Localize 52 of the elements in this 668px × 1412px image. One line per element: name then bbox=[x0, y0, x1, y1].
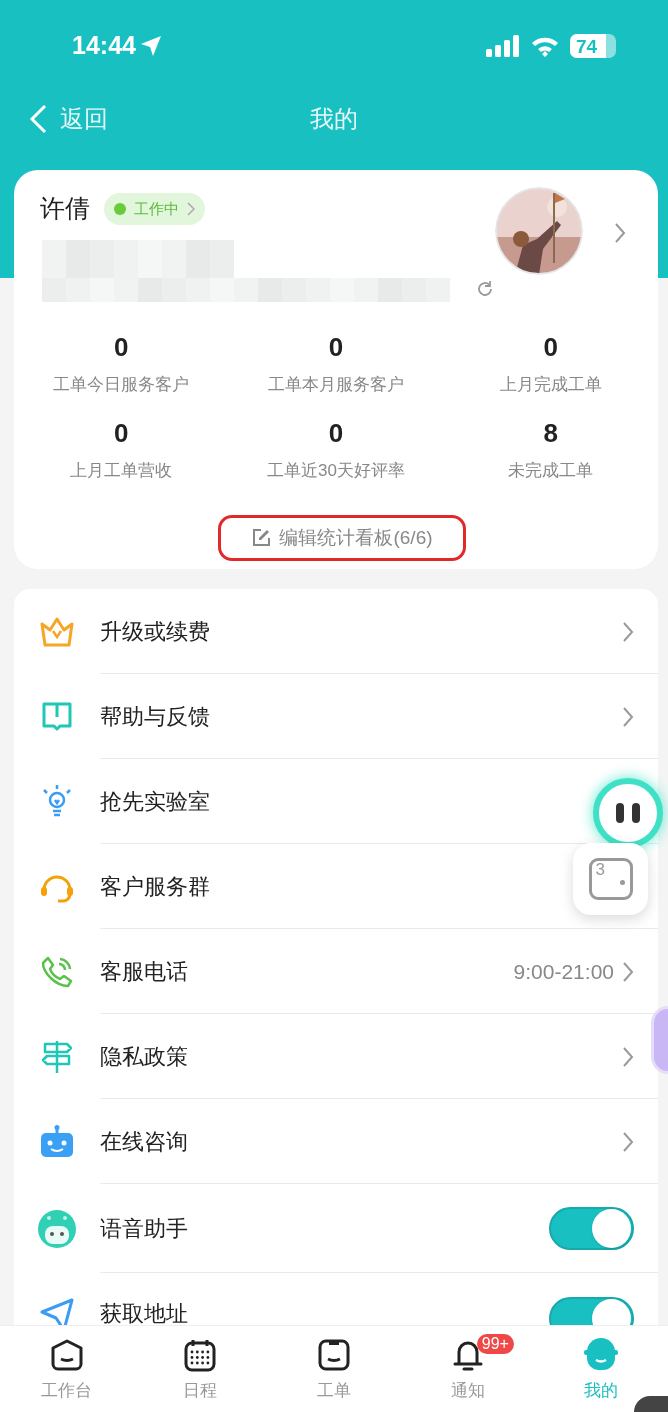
status-time: 14:44 bbox=[72, 30, 136, 62]
crown-icon bbox=[39, 615, 75, 648]
home-box-icon bbox=[49, 1338, 84, 1372]
stat-value: 8 bbox=[543, 416, 558, 450]
page-title: 我的 bbox=[310, 104, 358, 134]
stat-value: 0 bbox=[328, 416, 344, 450]
edit-stats-button[interactable]: 编辑统计看板(6/6) bbox=[218, 515, 466, 561]
chevron-right-icon bbox=[622, 1130, 634, 1153]
stat-label: 未完成工单 bbox=[508, 459, 594, 482]
stat-label: 上月完成工单 bbox=[499, 374, 602, 396]
phone-icon bbox=[40, 954, 74, 989]
chevron-right-icon bbox=[187, 201, 195, 216]
smiley-head-icon bbox=[583, 1338, 620, 1372]
toggle-switch[interactable] bbox=[549, 1207, 634, 1250]
stat-label: 工单本月服务客户 bbox=[268, 374, 404, 396]
floating-side-overlay[interactable] bbox=[651, 1006, 668, 1074]
stat-label: 工单今日服务客户 bbox=[53, 374, 190, 396]
chevron-right-icon bbox=[614, 222, 626, 244]
send-icon bbox=[39, 1297, 75, 1325]
signpost-icon bbox=[41, 1038, 73, 1075]
chevron-right-icon bbox=[622, 620, 634, 643]
user-name: 许倩 bbox=[40, 193, 90, 224]
floating-badge-number: 3 bbox=[595, 859, 605, 881]
edit-icon bbox=[251, 528, 272, 548]
notification-badge: 99+ bbox=[476, 1334, 514, 1354]
menu-value: 9:00-21:00 bbox=[513, 958, 614, 985]
location-arrow-icon bbox=[139, 35, 162, 57]
menu-item[interactable]: 升级或续费 bbox=[14, 589, 658, 674]
chevron-right-icon bbox=[622, 960, 634, 983]
floating-corner-button[interactable] bbox=[634, 1396, 668, 1412]
book-icon bbox=[41, 700, 73, 733]
robot-icon bbox=[39, 1124, 75, 1159]
menu-item[interactable]: 客服电话 9:00-21:00 bbox=[14, 929, 658, 1014]
stat-label: 工单近30天好评率 bbox=[267, 459, 405, 482]
wifi-icon bbox=[530, 35, 560, 57]
stat-value: 0 bbox=[114, 331, 129, 364]
menu-item[interactable]: 在线咨询 bbox=[14, 1099, 658, 1184]
tab[interactable]: 通知 99+ bbox=[400, 1326, 535, 1412]
menu-item[interactable]: 语音助手 bbox=[14, 1184, 658, 1273]
menu-item[interactable]: 帮助与反馈 bbox=[14, 674, 658, 759]
stat-label: 上月工单营收 bbox=[70, 459, 173, 482]
refresh-icon[interactable] bbox=[476, 280, 494, 298]
stat-value: 0 bbox=[114, 416, 129, 450]
signal-icon bbox=[486, 35, 520, 57]
stat-value: 0 bbox=[328, 331, 344, 364]
clipboard-icon bbox=[317, 1338, 351, 1372]
calendar-icon bbox=[183, 1338, 218, 1372]
stat-value: 0 bbox=[543, 331, 558, 364]
chevron-right-icon bbox=[622, 1045, 634, 1068]
chevron-right-icon bbox=[622, 705, 634, 728]
robot-face-icon bbox=[38, 1209, 76, 1248]
battery-indicator: 74 bbox=[570, 34, 616, 58]
